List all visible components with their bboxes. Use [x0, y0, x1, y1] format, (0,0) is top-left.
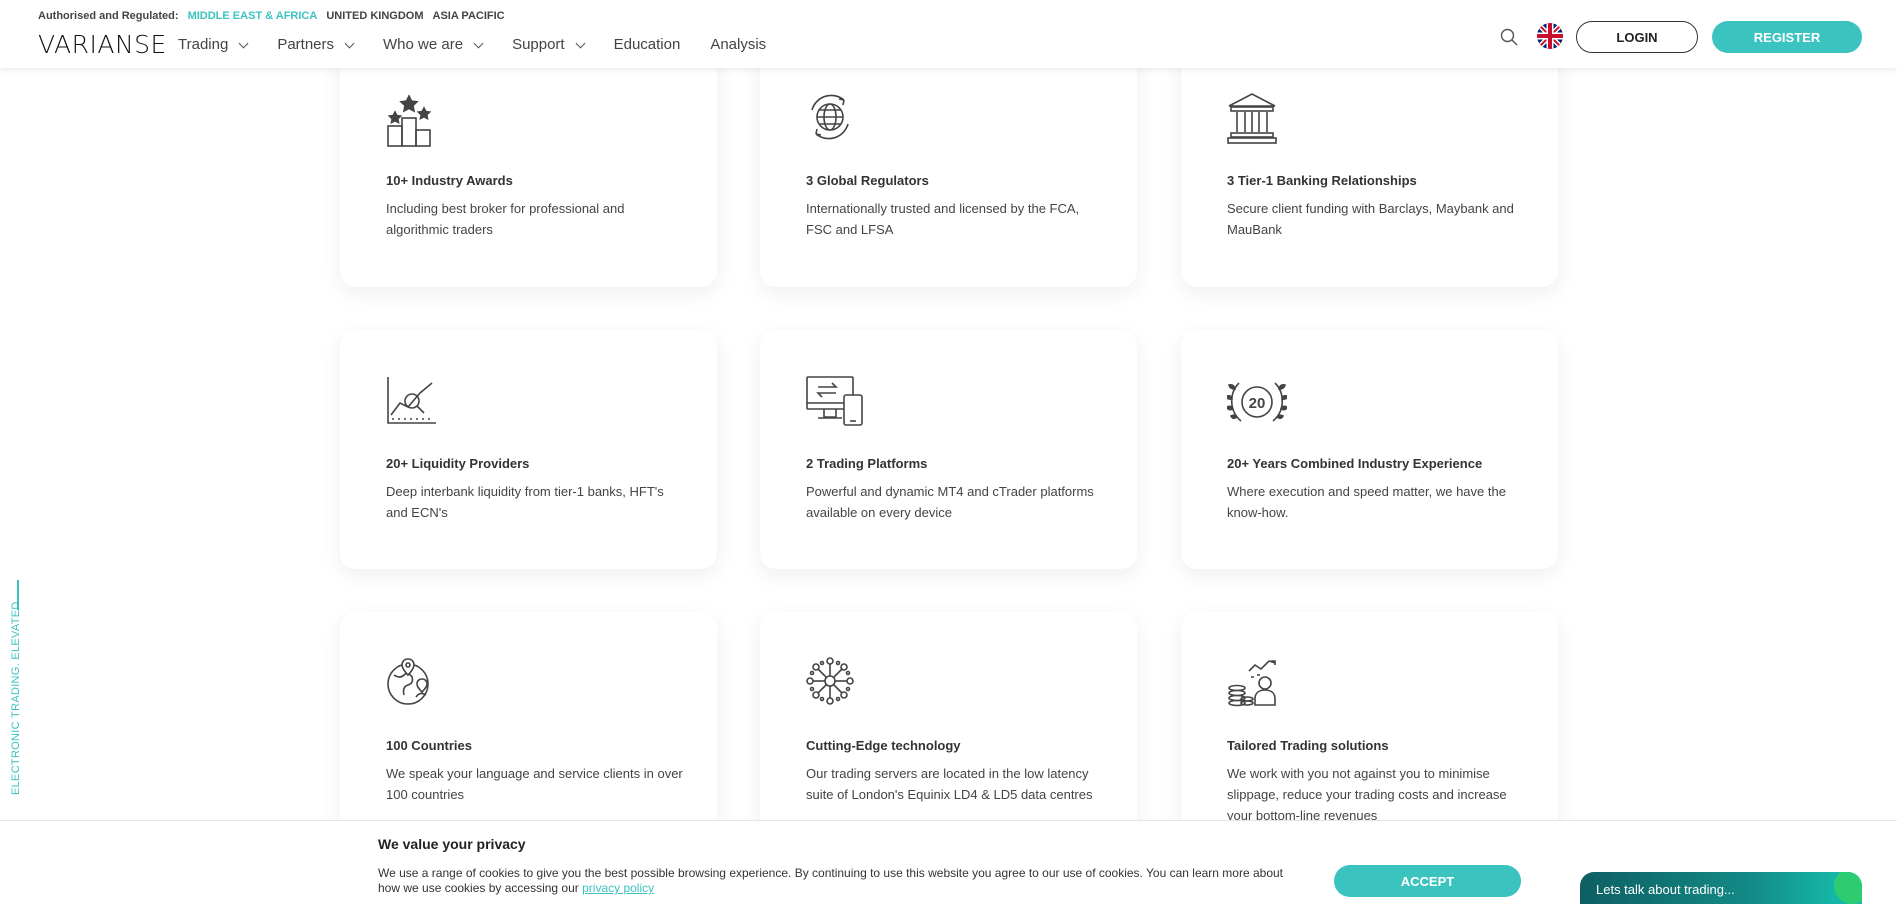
card-title: 3 Tier-1 Banking Relationships — [1227, 173, 1417, 188]
nav-item-label: Partners — [277, 36, 335, 53]
region-link-mea[interactable]: MIDDLE EAST & AFRICA — [188, 10, 318, 22]
chevron-down-icon — [344, 38, 355, 49]
region-link-apac[interactable]: ASIA PACIFIC — [433, 10, 505, 22]
card-description: Where execution and speed matter, we hav… — [1227, 484, 1506, 520]
card-description: Including best broker for professional a… — [386, 201, 625, 237]
svg-text:20: 20 — [1249, 395, 1266, 412]
card-title: Cutting-Edge technology — [806, 738, 961, 753]
nav-item-label: Trading — [178, 36, 229, 53]
main-nav: Trading Partners Who we are Support Educ… — [178, 36, 796, 53]
chat-widget[interactable]: Lets talk about trading... — [1580, 872, 1862, 904]
nav-item-analysis[interactable]: Analysis — [710, 36, 766, 53]
awards-podium-icon — [387, 94, 432, 147]
cookie-text-body: We use a range of cookies to give you th… — [378, 866, 1283, 895]
chat-status-icon — [1834, 872, 1862, 904]
feature-card: 3 Global Regulators Internationally trus… — [760, 30, 1137, 287]
privacy-policy-link[interactable]: privacy policy — [582, 881, 654, 895]
card-title: 10+ Industry Awards — [386, 173, 513, 188]
cookie-title: We value your privacy — [378, 836, 526, 852]
nav-item-label: Education — [613, 36, 681, 53]
nav-item-label: Support — [512, 36, 565, 53]
network-technology-icon — [806, 657, 854, 705]
login-button[interactable]: LOGIN — [1576, 21, 1698, 53]
chevron-down-icon — [473, 38, 484, 49]
card-description: Deep interbank liquidity from tier-1 ban… — [386, 484, 664, 520]
region-link-uk[interactable]: UNITED KINGDOM — [326, 10, 423, 22]
search-icon[interactable] — [1500, 28, 1518, 46]
nav-item-label: Analysis — [710, 36, 767, 53]
feature-card: 3 Tier-1 Banking Relationships Secure cl… — [1181, 30, 1558, 287]
side-tagline: ELECTRONIC TRADING. ELEVATED — [10, 601, 22, 795]
laurel-20-icon: 20 — [1227, 382, 1287, 422]
card-description: We work with you not against you to mini… — [1227, 766, 1507, 823]
card-title: 20+ Liquidity Providers — [386, 456, 530, 471]
feature-card: 20+ Liquidity Providers Deep interbank l… — [340, 330, 717, 569]
card-title: 20+ Years Combined Industry Experience — [1227, 456, 1483, 471]
regulation-label: Authorised and Regulated: — [38, 10, 179, 22]
card-title: 2 Trading Platforms — [806, 456, 928, 471]
logo[interactable]: VARIANSE — [38, 30, 167, 59]
nav-item-who-we-are[interactable]: Who we are — [383, 36, 484, 53]
feature-card: 10+ Industry Awards Including best broke… — [340, 30, 717, 287]
register-button[interactable]: REGISTER — [1712, 21, 1862, 53]
card-description: Internationally trusted and licensed by … — [806, 201, 1080, 237]
card-description: We speak your language and service clien… — [386, 766, 683, 802]
nav-item-education[interactable]: Education — [614, 36, 681, 53]
card-description: Powerful and dynamic MT4 and cTrader pla… — [806, 484, 1094, 520]
accept-cookies-button[interactable]: ACCEPT — [1334, 865, 1521, 897]
globe-regulators-icon — [811, 94, 849, 140]
feature-card: 20 20+ Years Combined Industry Experienc… — [1181, 330, 1558, 569]
tailored-solutions-icon — [1228, 660, 1276, 707]
card-description: Secure client funding with Barclays, May… — [1227, 201, 1514, 237]
chat-label: Lets talk about trading... — [1596, 882, 1735, 897]
chevron-down-icon — [575, 38, 586, 49]
site-header: Authorised and Regulated: MIDDLE EAST & … — [0, 0, 1897, 68]
nav-item-trading[interactable]: Trading — [178, 36, 249, 53]
world-pins-icon — [387, 658, 429, 705]
liquidity-chart-icon — [387, 377, 436, 424]
card-title: 100 Countries — [386, 738, 472, 753]
cookie-text: We use a range of cookies to give you th… — [378, 866, 1308, 896]
regulation-bar: Authorised and Regulated: MIDDLE EAST & … — [38, 10, 505, 22]
card-title: 3 Global Regulators — [806, 173, 929, 188]
nav-item-partners[interactable]: Partners — [277, 36, 355, 53]
chevron-down-icon — [238, 38, 249, 49]
card-title: Tailored Trading solutions — [1227, 738, 1389, 753]
nav-item-support[interactable]: Support — [512, 36, 586, 53]
card-description: Our trading servers are located in the l… — [806, 766, 1093, 802]
bank-icon — [1227, 93, 1277, 144]
uk-flag-icon[interactable] — [1537, 23, 1563, 49]
devices-platform-icon — [806, 376, 863, 426]
nav-item-label: Who we are — [383, 36, 464, 53]
feature-card: 2 Trading Platforms Powerful and dynamic… — [760, 330, 1137, 569]
